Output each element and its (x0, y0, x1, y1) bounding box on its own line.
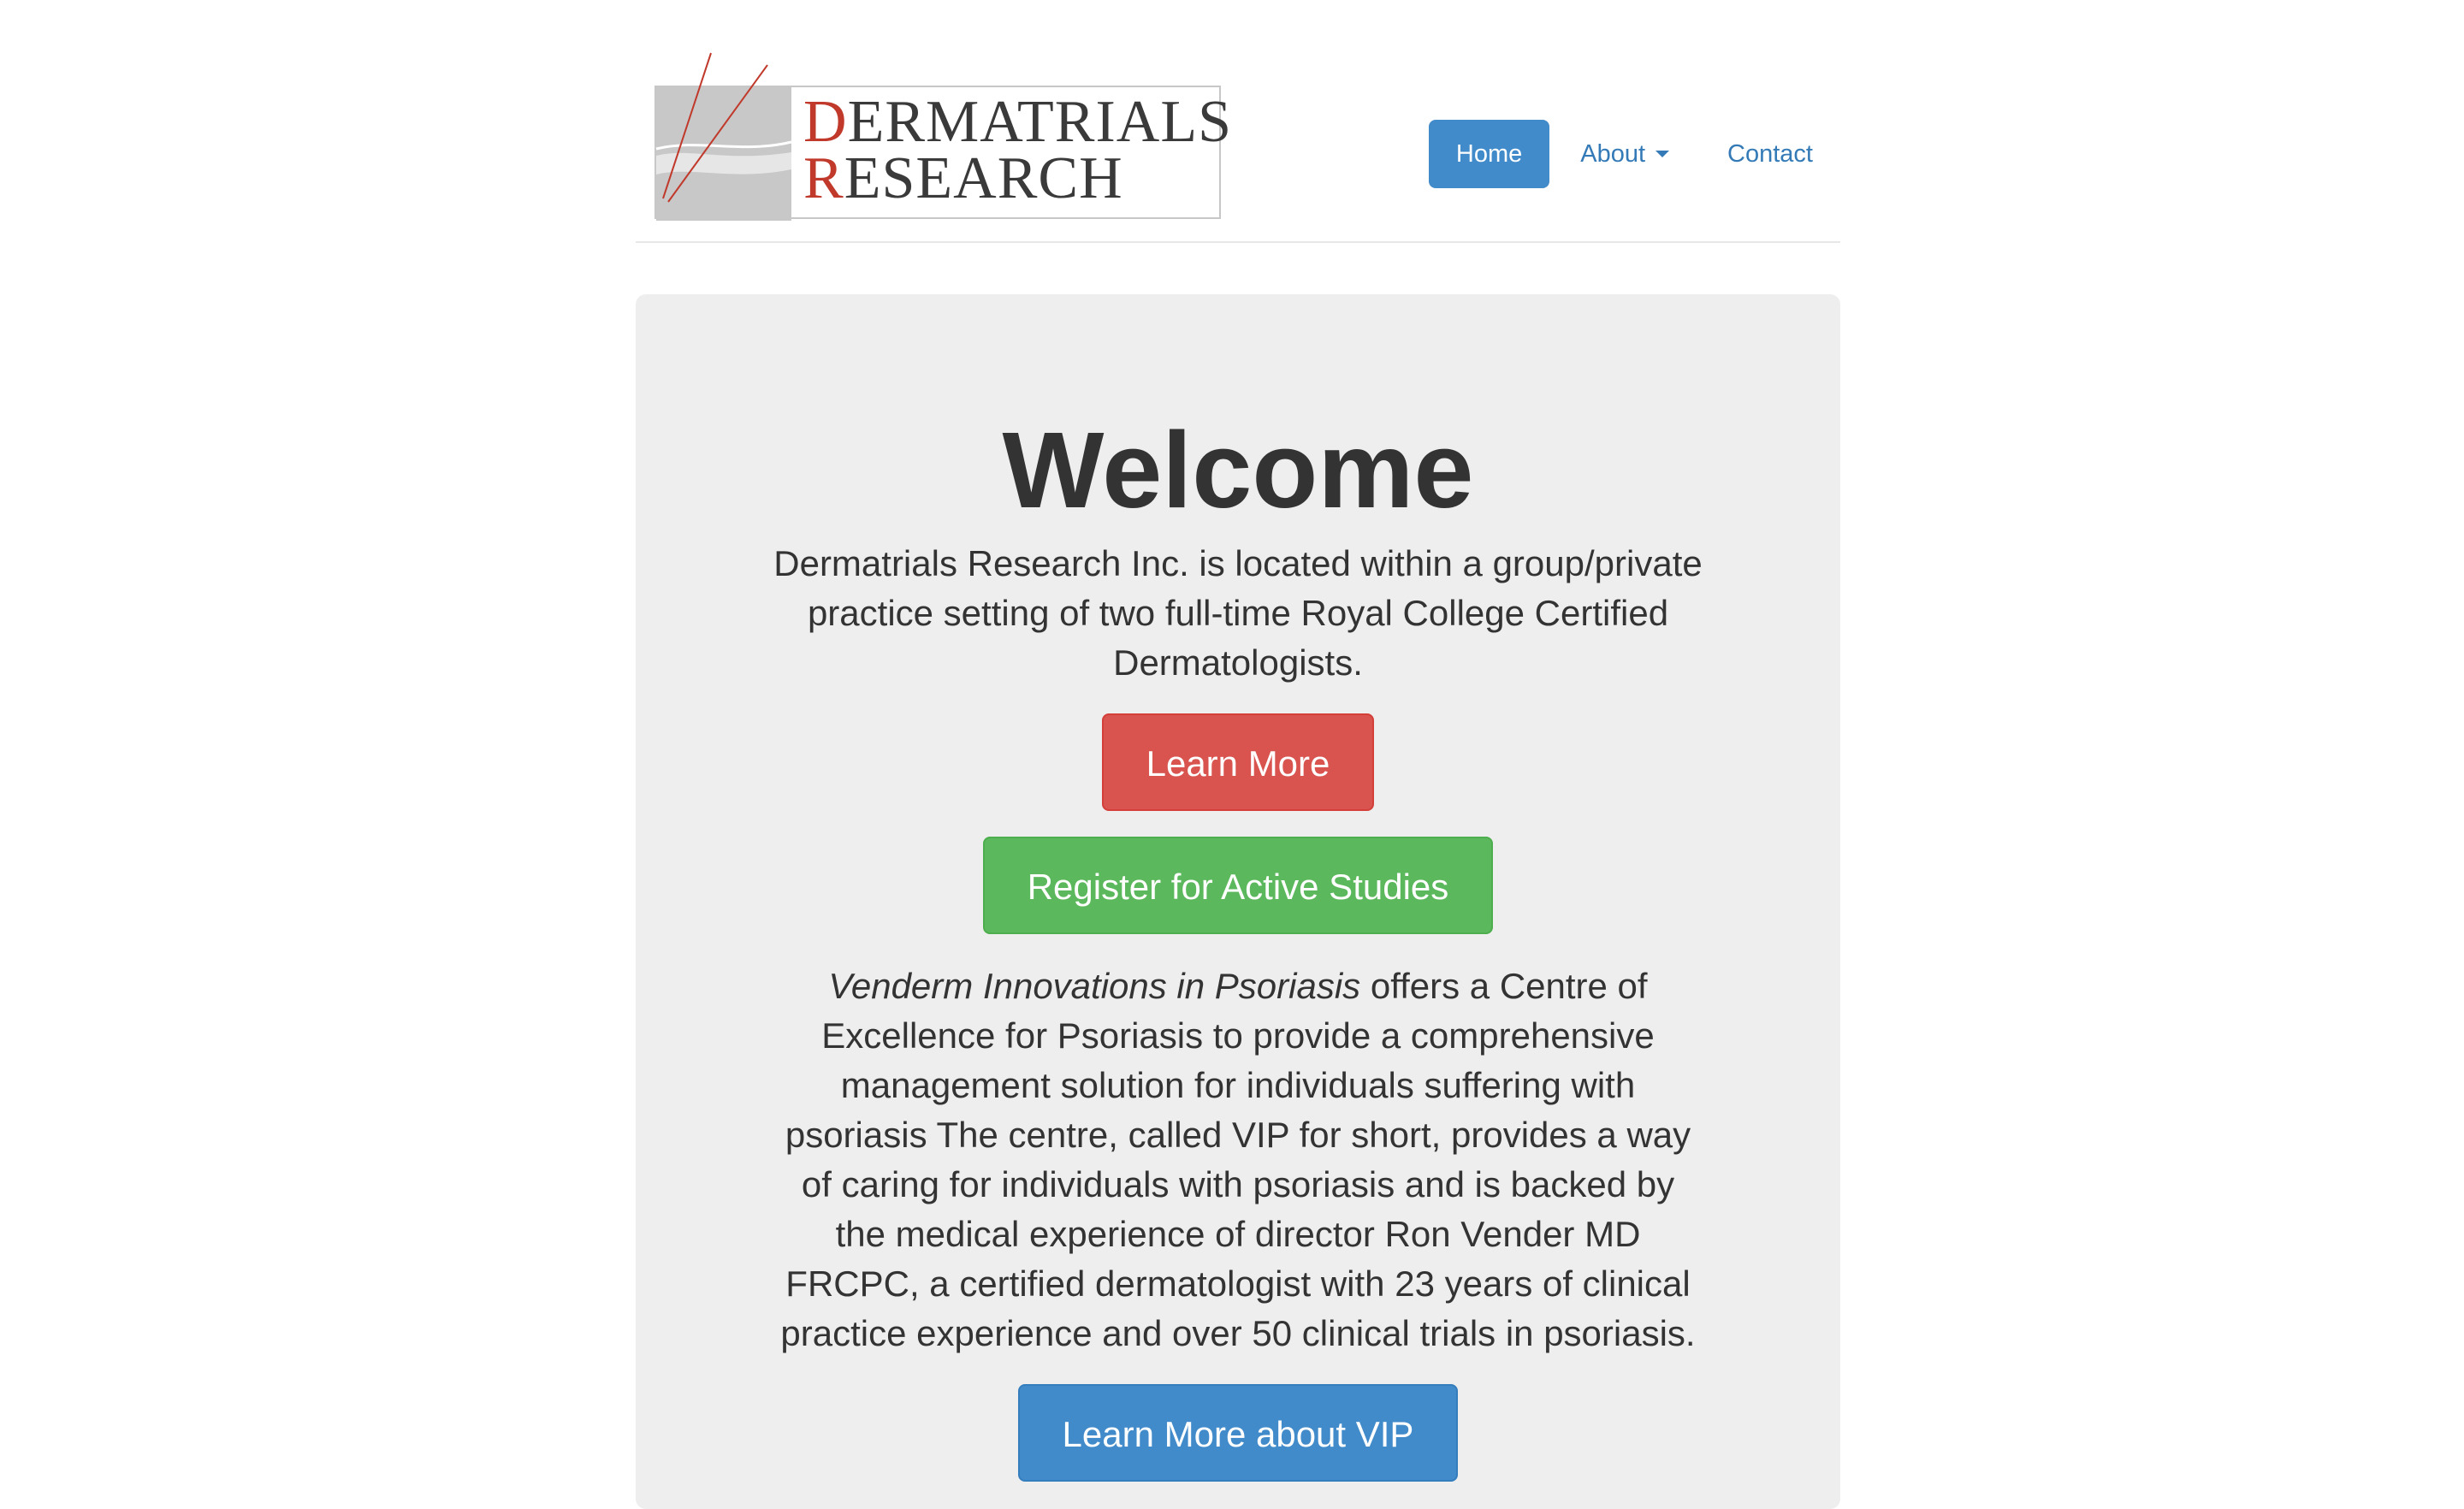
nav-about-label: About (1580, 139, 1646, 168)
nav-about-dropdown[interactable]: About (1553, 120, 1697, 188)
vip-paragraph: Venderm Innovations in Psoriasis offers … (776, 962, 1700, 1358)
caret-down-icon (1656, 151, 1670, 157)
nav-home[interactable]: Home (1428, 120, 1550, 188)
learn-more-vip-button[interactable]: Learn More about VIP (1017, 1384, 1459, 1482)
vip-description: offers a Centre of Excellence for Psoria… (780, 966, 1696, 1353)
register-active-studies-button[interactable]: Register for Active Studies (982, 837, 1494, 934)
logo-graphic (655, 52, 792, 221)
nav-contact[interactable]: Contact (1700, 120, 1840, 188)
main-nav: Home About Contact (1425, 120, 1840, 188)
site-header: DERMATRIALS RESEARCH Home About Contact (636, 0, 1840, 243)
logo-wordmark: DERMATRIALS RESEARCH (803, 89, 1233, 211)
page-title: Welcome (1002, 410, 1474, 530)
welcome-jumbotron: Welcome Dermatrials Research Inc. is loc… (636, 294, 1840, 1509)
intro-paragraph: Dermatrials Research Inc. is located wit… (773, 543, 1703, 683)
dermatrials-logo[interactable]: DERMATRIALS RESEARCH (654, 52, 1231, 221)
learn-more-button[interactable]: Learn More (1101, 713, 1375, 811)
vip-name: Venderm Innovations in Psoriasis (828, 966, 1361, 1006)
